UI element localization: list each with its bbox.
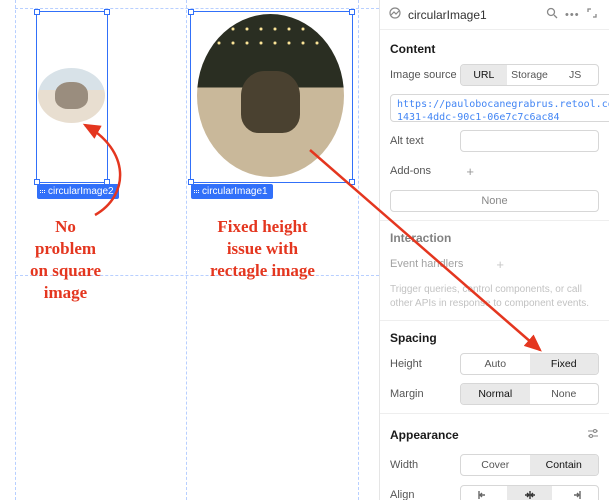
align-right-button[interactable] xyxy=(552,486,598,500)
image-source-label: Image source xyxy=(390,69,460,81)
alt-text-input[interactable] xyxy=(460,130,599,152)
section-title-interaction: Interaction xyxy=(390,231,599,245)
width-label: Width xyxy=(390,459,460,471)
height-auto-button[interactable]: Auto xyxy=(461,354,530,374)
inspector-body: Content Image source URL Storage JS http… xyxy=(380,30,609,500)
circular-image-preview[interactable] xyxy=(38,68,105,123)
margin-normal-button[interactable]: Normal xyxy=(461,384,530,404)
drag-handle-icon[interactable] xyxy=(194,190,199,193)
appearance-settings-icon[interactable] xyxy=(587,428,599,443)
image-source-url-input[interactable]: https://paulobocanegrabrus.retool.com/ap… xyxy=(390,94,609,122)
align-label: Align xyxy=(390,489,460,500)
image-content xyxy=(38,68,105,123)
resize-handle[interactable] xyxy=(349,9,355,15)
addons-label: Add-ons xyxy=(390,165,460,177)
addons-none-button[interactable]: None xyxy=(390,190,599,212)
resize-handle[interactable] xyxy=(188,9,194,15)
section-title-appearance: Appearance xyxy=(390,428,587,442)
inspector-panel: circularImage1 ••• Content Image source … xyxy=(379,0,609,500)
inspector-header: circularImage1 ••• xyxy=(380,0,609,30)
align-left-button[interactable] xyxy=(461,486,507,500)
component-tag-label: circularImage2 xyxy=(48,186,114,197)
image-source-storage-button[interactable]: Storage xyxy=(507,65,553,85)
expand-icon[interactable] xyxy=(585,7,599,22)
canvas-area[interactable]: circularImage2 circularImage1 No problem… xyxy=(0,0,379,500)
resize-handle[interactable] xyxy=(104,9,110,15)
component-tag[interactable]: circularImage1 xyxy=(191,184,273,199)
drag-handle-icon[interactable] xyxy=(40,190,45,193)
component-tag-label: circularImage1 xyxy=(202,186,268,197)
inspector-title[interactable]: circularImage1 xyxy=(408,8,539,22)
width-cover-button[interactable]: Cover xyxy=(461,455,530,475)
align-center-button[interactable] xyxy=(507,486,553,500)
width-contain-button[interactable]: Contain xyxy=(530,455,599,475)
annotation-text: Fixed height issue with rectagle image xyxy=(210,216,315,282)
search-icon[interactable] xyxy=(545,7,559,22)
more-icon[interactable]: ••• xyxy=(565,9,579,21)
circular-image-preview[interactable] xyxy=(197,14,344,177)
section-divider xyxy=(380,320,609,321)
alt-text-label: Alt text xyxy=(390,135,460,147)
height-segment: Auto Fixed xyxy=(460,353,599,375)
width-segment: Cover Contain xyxy=(460,454,599,476)
grid-guide xyxy=(186,0,187,500)
margin-none-button[interactable]: None xyxy=(530,384,599,404)
section-divider xyxy=(380,413,609,414)
image-source-url-button[interactable]: URL xyxy=(461,65,507,85)
annotation-text: No problem on square image xyxy=(30,216,101,304)
align-segment xyxy=(460,485,599,500)
event-handlers-label: Event handlers xyxy=(390,258,490,270)
image-content xyxy=(197,14,344,177)
addons-add-button[interactable]: + xyxy=(460,164,474,179)
resize-handle[interactable] xyxy=(34,9,40,15)
component-type-icon xyxy=(388,7,402,22)
image-source-segment: URL Storage JS xyxy=(460,64,599,86)
section-divider xyxy=(380,220,609,221)
height-fixed-button[interactable]: Fixed xyxy=(530,354,599,374)
height-label: Height xyxy=(390,358,460,370)
grid-guide xyxy=(358,0,359,500)
margin-segment: Normal None xyxy=(460,383,599,405)
resize-handle[interactable] xyxy=(349,179,355,185)
event-handlers-hint: Trigger queries, control components, or … xyxy=(390,283,599,310)
section-title-content: Content xyxy=(390,42,599,56)
margin-label: Margin xyxy=(390,388,460,400)
event-handlers-add-button[interactable]: + xyxy=(490,257,504,272)
grid-guide xyxy=(15,0,16,500)
grid-guide xyxy=(15,8,379,9)
section-title-spacing: Spacing xyxy=(390,331,599,345)
image-source-js-button[interactable]: JS xyxy=(552,65,598,85)
component-tag[interactable]: circularImage2 xyxy=(37,184,119,199)
